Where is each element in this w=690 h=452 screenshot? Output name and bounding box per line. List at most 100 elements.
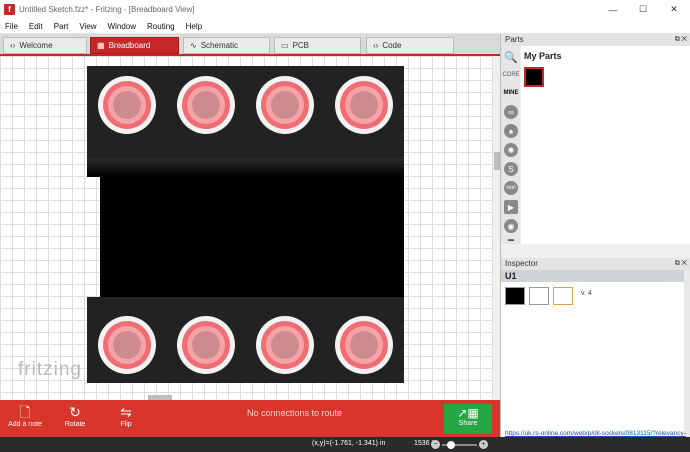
tab-schematic[interactable]: ∿ Schematic [183,37,270,54]
dil-socket-part-thumbnail[interactable] [524,67,544,87]
tab-schematic-label: Schematic [200,41,239,50]
rotate-button[interactable]: ↻ Rotate [62,403,88,428]
share-label: Share [458,420,478,427]
socket-pin[interactable] [98,316,156,374]
bin-arduino[interactable]: ∞ [503,104,519,120]
note-icon: 🗋 [19,404,31,420]
dil-socket-bevel [87,159,404,177]
inspector-title-label: Inspector [505,259,538,268]
bin-snootlab[interactable]: S [503,161,519,177]
cursor-coordinates: (x,y)=(-1.761, -1.341) in [312,440,386,447]
add-note-label: Add a note [8,421,42,428]
window-title: Untitled Sketch.fzz* - Fritzing - [Bread… [19,5,195,14]
vertical-scrollbar[interactable] [492,56,500,400]
round-bin-icon: ◉ [504,219,518,233]
routing-status: No connections to route [247,408,343,418]
bin-play[interactable]: ▶ [503,199,519,215]
tab-code[interactable]: ‹› Code [366,37,454,54]
tab-breadboard[interactable]: ▦ Breadboard [90,37,179,54]
inspector-panel: Inspector ⧉ ✕ U1 v. 4 https://uk.rs-onli… [501,258,690,437]
minimize-button[interactable]: — [598,0,628,19]
socket-pin[interactable] [335,76,393,134]
tab-breadboard-label: Breadboard [108,41,151,50]
bin-sparkfun[interactable]: ♠ [503,123,519,139]
share-button[interactable]: ↗▦ Share [444,404,492,434]
view-tab-bar: ‹› Welcome ▦ Breadboard ∿ Schematic ▭ PC… [0,34,500,56]
menu-view[interactable]: View [79,22,96,31]
socket-pin[interactable] [98,76,156,134]
menu-part[interactable]: Part [54,22,69,31]
maximize-button[interactable]: ☐ [628,0,658,19]
zoom-slider-handle[interactable] [447,441,455,449]
menu-window[interactable]: Window [108,22,136,31]
zoom-in-button[interactable]: + [479,440,488,449]
socket-pin[interactable] [177,316,235,374]
menu-help[interactable]: Help [186,22,202,31]
my-parts-bin: My Parts [521,46,690,244]
rotate-icon: ↻ [69,404,81,420]
breadboard-icon: ▦ [97,41,105,50]
welcome-icon: ‹› [10,41,16,50]
socket-pin[interactable] [256,76,314,134]
inspector-float-close-icons[interactable]: ⧉ ✕ [675,258,687,270]
title-bar: f Untitled Sketch.fzz* - Fritzing - [Bre… [0,0,690,19]
bin-intel[interactable]: intel [503,180,519,196]
code-icon: ‹› [373,41,379,50]
parts-title-label: Parts [505,35,524,44]
breadboard-view-image [505,287,525,305]
tab-welcome[interactable]: ‹› Welcome [3,37,87,54]
bin-seeed[interactable]: ✺ [503,142,519,158]
pcb-view-image [553,287,573,305]
bottom-toolbar: 🗋 Add a note ↻ Rotate ⇋ Flip No connecti… [0,400,500,437]
panel-float-close-icons[interactable]: ⧉ ✕ [675,34,687,46]
socket-pin[interactable] [177,76,235,134]
seeed-icon: ✺ [504,143,518,157]
schematic-view-image [529,287,549,305]
menu-routing[interactable]: Routing [147,22,175,31]
tab-pcb-label: PCB [292,41,310,50]
flame-icon: ♠ [504,124,518,138]
tab-pcb[interactable]: ▭ PCB [274,37,361,54]
socket-pin[interactable] [335,316,393,374]
tab-code-label: Code [382,41,402,50]
inspector-scrollbar[interactable] [684,270,690,437]
bin-core[interactable]: CORE [502,67,519,83]
zoom-out-button[interactable]: − [431,440,440,449]
share-icon: ↗▦ [457,406,479,420]
part-url-link[interactable]: https://uk.rs-online.com/web/p/dil-socke… [505,430,687,437]
play-icon: ▶ [504,200,518,214]
menu-file[interactable]: File [5,22,18,31]
fritzing-watermark: fritzing [18,359,82,380]
menu-edit[interactable]: Edit [29,22,43,31]
right-dock: Parts ⧉ ✕ 🔍 CORE MINE ∞ ♠ ✺ S intel ▶ ◉ … [500,34,690,437]
bin-round[interactable]: ◉ [503,218,519,234]
flip-icon: ⇋ [120,404,132,420]
socket-pin[interactable] [256,316,314,374]
status-bar: (x,y)=(-1.761, -1.341) in 1536 % − + [0,437,690,452]
parts-panel-title: Parts ⧉ ✕ [501,34,690,46]
menu-bar: File Edit Part View Window Routing Help [0,19,690,34]
my-parts-title: My Parts [524,51,562,61]
fritzing-app-icon: f [4,4,15,15]
search-bin[interactable]: 🔍 [503,49,519,65]
part-version: v. 4 [581,290,592,297]
inspector-title: Inspector ⧉ ✕ [501,258,690,270]
tab-welcome-label: Welcome [19,41,53,50]
schematic-icon: ∿ [190,41,197,50]
snootlab-icon: S [504,162,518,176]
bin-mine[interactable]: MINE [503,85,519,101]
intel-icon: intel [504,181,518,195]
dil-socket-body[interactable] [100,159,404,297]
rotate-label: Rotate [64,421,86,428]
close-button[interactable]: ✕ [659,0,689,19]
pcb-icon: ▭ [281,41,289,50]
flip-button[interactable]: ⇋ Flip [116,403,136,428]
arduino-icon: ∞ [504,105,518,119]
breadboard-canvas[interactable]: fritzing [0,56,492,400]
more-bins-icon: ▬ [508,237,514,243]
search-icon: 🔍 [504,51,518,64]
inspector-part-name: U1 [501,270,690,282]
parts-bin-list: 🔍 CORE MINE ∞ ♠ ✺ S intel ▶ ◉ ▬ [501,46,520,244]
bin-more[interactable]: ▬ [503,236,519,244]
add-note-button[interactable]: 🗋 Add a note [8,403,42,428]
